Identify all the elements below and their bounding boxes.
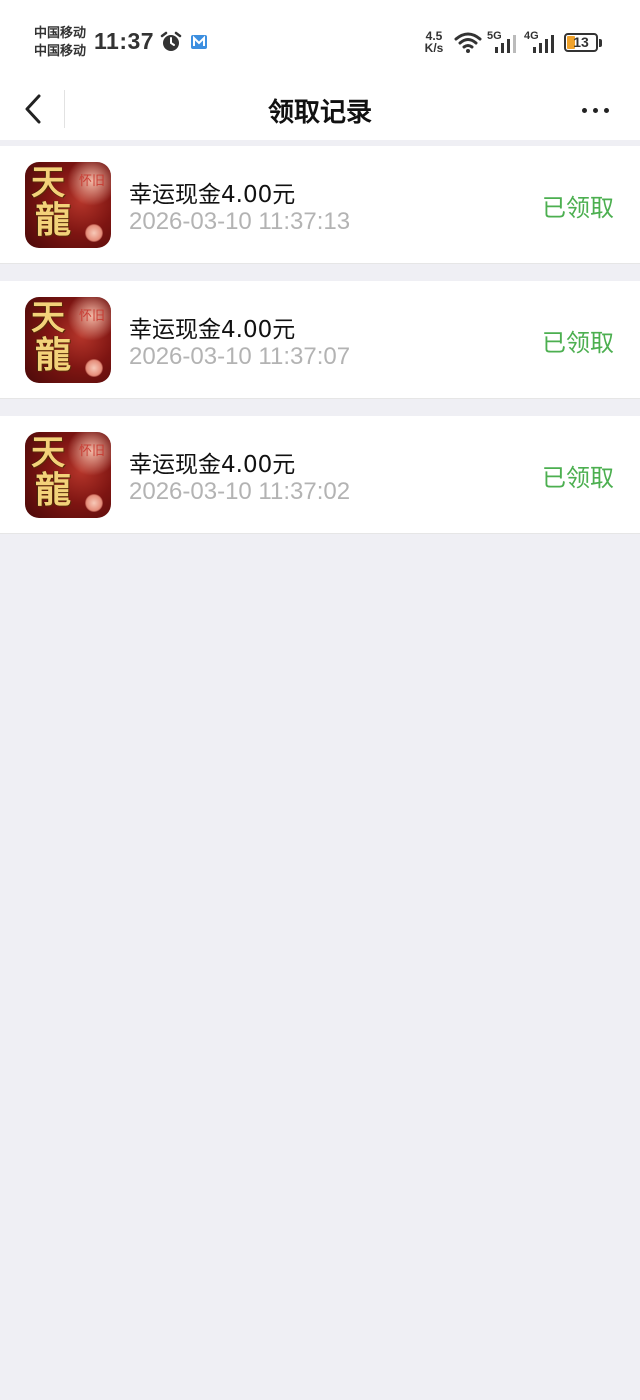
nav-header: 领取记录 xyxy=(0,78,640,140)
game-app-icon: 天 龍 怀旧 xyxy=(25,432,111,518)
battery-level: 13 xyxy=(573,34,589,50)
app-icon-glyph: 龍 xyxy=(35,469,72,511)
signal-icon-2 xyxy=(533,35,554,53)
wifi-icon xyxy=(454,32,482,53)
more-dots-icon xyxy=(603,107,609,113)
record-time: 2026-03-10 11:37:07 xyxy=(129,343,351,370)
carrier-2: 中国移动 xyxy=(34,44,87,59)
app-notification-icon xyxy=(191,35,207,49)
carrier-1: 中国移动 xyxy=(34,26,87,41)
record-title: 幸运现金4.00元 xyxy=(129,182,296,208)
app-icon-glyph: 天 xyxy=(31,298,65,338)
app-icon-seal: 怀旧 xyxy=(78,309,105,324)
alarm-icon xyxy=(160,31,182,51)
app-icon-seal: 怀旧 xyxy=(78,444,105,459)
carrier-labels: 中国移动 中国移动 xyxy=(34,25,86,61)
battery-icon: 13 xyxy=(564,33,598,52)
record-title: 幸运现金4.00元 xyxy=(129,452,296,478)
record-time: 2026-03-10 11:37:02 xyxy=(129,478,351,505)
app-icon-glyph: 龍 xyxy=(35,334,72,376)
app-icon-glyph: 天 xyxy=(31,433,65,473)
net-speed-unit: K/s xyxy=(424,41,444,55)
record-status: 已领取 xyxy=(542,194,614,222)
list-item[interactable]: 天 龍 怀旧 幸运现金4.00元 2026-03-10 11:37:07 已领取 xyxy=(0,281,640,399)
game-app-icon: 天 龍 怀旧 xyxy=(25,162,111,248)
record-status: 已领取 xyxy=(542,464,614,492)
app-icon-seal: 怀旧 xyxy=(78,174,105,189)
more-dots-icon xyxy=(581,107,587,113)
signal-icon xyxy=(495,35,516,53)
game-app-icon: 天 龍 怀旧 xyxy=(25,297,111,383)
page-title: 领取记录 xyxy=(267,98,372,128)
more-dots-icon xyxy=(592,107,598,113)
record-status: 已领取 xyxy=(542,329,614,357)
battery-tip xyxy=(599,39,602,47)
record-time: 2026-03-10 11:37:13 xyxy=(129,208,351,235)
net-speed: 4.5 K/s xyxy=(422,30,446,54)
more-button[interactable] xyxy=(570,92,620,128)
app-icon-glyph: 天 xyxy=(31,163,65,203)
record-title: 幸运现金4.00元 xyxy=(129,317,296,343)
app-icon-glyph: 龍 xyxy=(35,199,72,241)
list-item[interactable]: 天 龍 怀旧 幸运现金4.00元 2026-03-10 11:37:13 已领取 xyxy=(0,146,640,264)
list-item[interactable]: 天 龍 怀旧 幸运现金4.00元 2026-03-10 11:37:02 已领取 xyxy=(0,416,640,534)
status-clock: 11:37 xyxy=(94,28,155,54)
status-bar: 中国移动 中国移动 11:37 4.5 K/s 5G 4G 13 xyxy=(0,0,640,78)
